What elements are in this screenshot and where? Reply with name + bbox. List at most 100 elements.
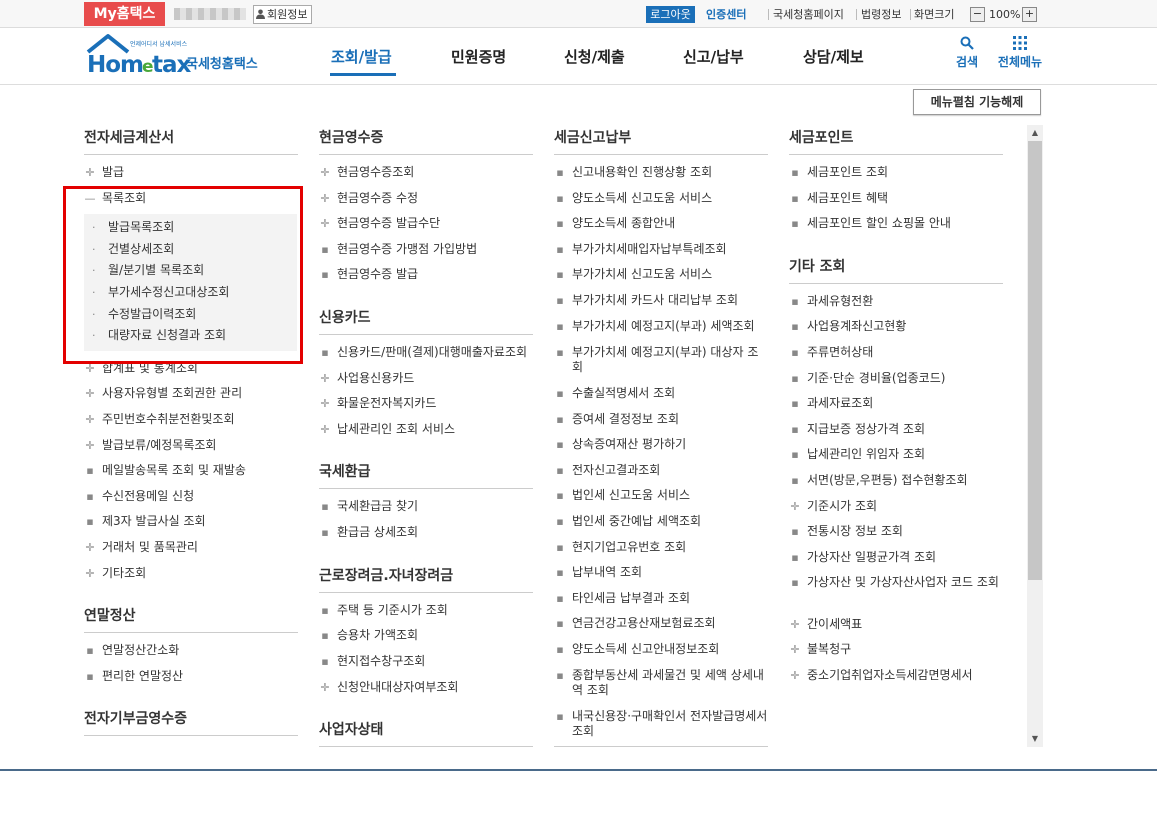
section-divider [554,154,768,155]
member-info-label: 회원정보 [267,8,308,21]
plus-icon: ✛ [790,669,800,682]
bullet-icon: ▪ [86,515,94,528]
section-title-earned-income-credit: 근로장려금.자녀장려금 [319,568,454,584]
bullet-icon: ▪ [321,604,329,617]
bullet-icon: ▪ [321,243,329,256]
section-title-credit-card: 신용카드 [319,310,371,326]
scroll-up-arrow-icon[interactable]: ▲ [1027,125,1043,141]
divider [856,9,857,20]
logout-button[interactable]: 로그아웃 [646,6,695,23]
nav-inquiry-issue[interactable]: 조회/발급 [331,46,392,67]
plus-icon: ✛ [320,192,330,205]
section-divider [319,334,533,335]
plus-icon: ✛ [320,372,330,385]
section-title-e-tax-invoice: 전자세금계산서 [84,130,175,146]
section-title-tax-refund: 국세환급 [319,464,371,480]
bullet-icon: ▪ [791,576,799,589]
bullet-icon: ▪ [791,320,799,333]
nav-civil-certificate[interactable]: 민원증명 [451,46,506,67]
bullet-icon: ▪ [791,192,799,205]
grid-menu-icon [1013,36,1027,50]
bullet-icon: ▪ [556,566,564,579]
cert-center-link[interactable]: 인증센터 [706,6,746,23]
hometax-logo[interactable]: 언제어디서 납세서비스 Hom e tax 국세청홈택스 [84,32,269,76]
section-title-e-donation-receipt: 전자기부금영수증 [84,711,188,727]
person-icon [256,9,265,19]
bullet-icon: ▪ [86,644,94,657]
nav-report-pay[interactable]: 신고/납부 [683,46,744,67]
section-title-cash-receipt: 현금영수증 [319,130,384,146]
plus-icon: ✛ [85,439,95,452]
section-divider [554,746,768,747]
bullet-icon: ▪ [556,268,564,281]
bullet-icon: ▪ [791,423,799,436]
bullet-icon: ▪ [556,413,564,426]
bullet-icon: ▪ [556,515,564,528]
bullet-icon: ▪ [791,295,799,308]
header-divider [0,84,1157,85]
bullet-icon: ▪ [321,500,329,513]
nts-homepage-link[interactable]: 국세청홈페이지 [773,6,844,23]
bullet-icon: ▪ [791,346,799,359]
bullet-icon: ▪ [321,268,329,281]
nav-consult-report[interactable]: 상담/제보 [803,46,864,67]
bullet-icon: ▪ [556,192,564,205]
top-utility-bar: My홈택스 회원정보 로그아웃 인증센터 국세청홈페이지 법령정보 화면크기 −… [0,0,1157,28]
menu-unfold-toggle-button[interactable]: 메뉴펼침 기능해제 [913,89,1041,115]
plus-icon: ✛ [320,423,330,436]
bullet-icon: ▪ [556,643,564,656]
plus-icon: ✛ [85,387,95,400]
bullet-icon: ▪ [556,464,564,477]
zoom-in-button[interactable]: + [1022,7,1037,22]
section-divider [319,154,533,155]
section-title-year-end-settlement: 연말정산 [84,608,136,624]
bullet-icon: ▪ [86,490,94,503]
bullet-icon: ▪ [791,372,799,385]
plus-icon: ✛ [790,618,800,631]
plus-icon: ✛ [85,166,95,179]
plus-icon: ✛ [320,166,330,179]
section-divider [84,735,298,736]
bullet-icon: ▪ [321,655,329,668]
zoom-out-button[interactable]: − [970,7,985,22]
bullet-icon: ▪ [556,243,564,256]
bullet-icon: ▪ [556,669,564,682]
bullet-icon: ▪ [556,387,564,400]
my-hometax-button[interactable]: My홈택스 [84,2,165,26]
red-highlight-box [63,186,303,364]
section-title-tax-report-payment: 세금신고납부 [554,130,632,146]
scrollbar-thumb[interactable] [1028,141,1042,580]
screen-size-label: 화면크기 [914,8,955,21]
bullet-icon: ▪ [791,397,799,410]
bullet-icon: ▪ [791,474,799,487]
plus-icon: ✛ [790,500,800,513]
zoom-level: 100% [989,8,1021,21]
bullet-icon: ▪ [321,526,329,539]
main-header: 언제어디서 납세서비스 Hom e tax 국세청홈택스 조회/발급 민원증명 … [0,28,1157,84]
bullet-icon: ▪ [791,551,799,564]
search-button[interactable]: 검색 [953,36,981,70]
bullet-icon: ▪ [86,464,94,477]
svg-text:Hom: Hom [87,52,143,76]
section-divider [319,746,533,747]
search-label: 검색 [955,55,979,69]
section-title-other-inquiry: 기타 조회 [789,259,846,275]
section-divider [84,632,298,633]
logo-tagline: 언제어디서 납세서비스 [130,40,188,48]
section-title-business-status: 사업자상태 [319,722,384,738]
bullet-icon: ▪ [556,438,564,451]
bullet-icon: ▪ [556,217,564,230]
bullet-icon: ▪ [556,166,564,179]
section-divider [84,154,298,155]
member-info-button[interactable]: 회원정보 [253,5,313,24]
scroll-down-arrow-icon[interactable]: ▼ [1027,731,1043,747]
section-divider [789,283,1003,284]
bullet-icon: ▪ [556,710,564,723]
search-icon [960,36,974,50]
law-info-link[interactable]: 법령정보 [861,6,901,23]
section-divider [789,154,1003,155]
nav-apply-submit[interactable]: 신청/제출 [564,46,625,67]
bullet-icon: ▪ [791,448,799,461]
all-menu-button[interactable]: 전체메뉴 [995,36,1045,70]
bullet-icon: ▪ [556,489,564,502]
